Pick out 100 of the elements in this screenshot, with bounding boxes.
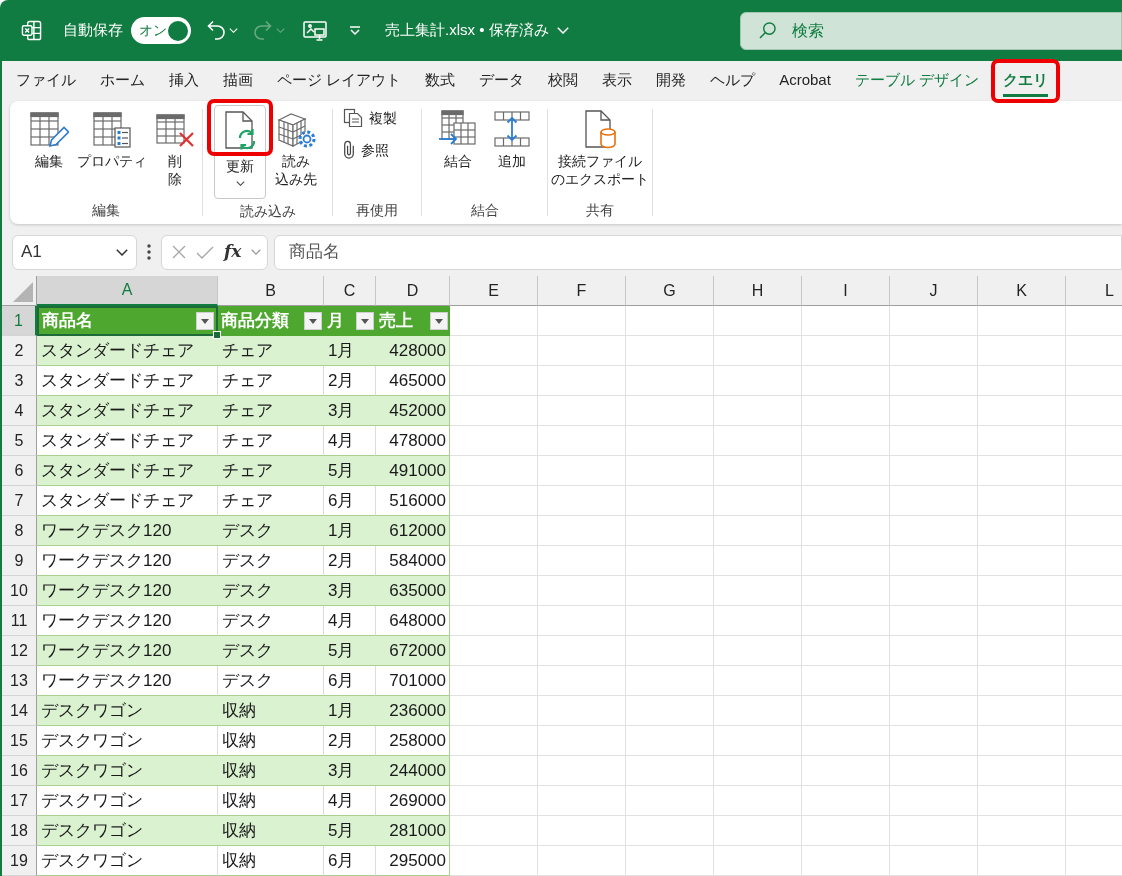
ribbon-button[interactable]: プロパティ <box>74 105 150 170</box>
table-cell: 295000 <box>376 846 450 876</box>
filter-dropdown-button[interactable] <box>430 312 448 330</box>
column-header[interactable]: A <box>37 276 218 306</box>
ribbon-tab[interactable]: 描画 <box>223 64 253 98</box>
table-cell: 465000 <box>376 366 450 396</box>
row-header[interactable]: 13 <box>2 666 37 696</box>
table-cell: 701000 <box>376 666 450 696</box>
column-header[interactable]: I <box>802 276 890 306</box>
group-label: 共有 <box>586 200 614 220</box>
row-header[interactable]: 3 <box>2 366 37 396</box>
column-header[interactable]: G <box>626 276 714 306</box>
row-header[interactable]: 9 <box>2 546 37 576</box>
row-header[interactable]: 18 <box>2 816 37 846</box>
autosave-toggle[interactable]: オン <box>131 17 191 44</box>
row-header[interactable]: 7 <box>2 486 37 516</box>
table-cell: デスクワゴン <box>37 756 218 786</box>
column-header[interactable]: J <box>890 276 978 306</box>
table-cell: 612000 <box>376 516 450 546</box>
document-title[interactable]: 売上集計.xlsx • 保存済み <box>385 19 569 42</box>
toggle-knob-icon <box>168 20 188 41</box>
ribbon-tab[interactable]: データ <box>479 64 525 98</box>
caret-down-icon <box>435 318 443 324</box>
ribbon-button[interactable]: 削除 <box>152 105 198 188</box>
row-header[interactable]: 1 <box>2 306 37 336</box>
caret-down-icon[interactable] <box>349 25 361 36</box>
table-cell: 635000 <box>376 576 450 606</box>
column-header[interactable]: F <box>538 276 626 306</box>
table-list-icon <box>92 109 132 149</box>
split-button[interactable]: 更新 <box>214 105 266 199</box>
autosave-label: 自動保存 <box>63 20 123 41</box>
ribbon-tab[interactable]: ヘルプ <box>710 64 756 98</box>
ribbon-tab[interactable]: ファイル <box>16 64 76 98</box>
row-header[interactable]: 11 <box>2 606 37 636</box>
row-header[interactable]: 16 <box>2 756 37 786</box>
table-cell: 5月 <box>324 636 376 666</box>
ribbon-tab[interactable]: 挿入 <box>169 64 199 98</box>
ribbon-tab[interactable]: ページ レイアウト <box>277 64 402 98</box>
row-header[interactable]: 8 <box>2 516 37 546</box>
ribbon-tab[interactable]: クエリ <box>1003 64 1049 98</box>
table-cell: 収納 <box>218 846 324 876</box>
row-header[interactable]: 19 <box>2 846 37 876</box>
column-header[interactable]: B <box>218 276 324 306</box>
undo-button[interactable] <box>207 20 238 41</box>
filter-dropdown-button[interactable] <box>304 312 322 330</box>
table-append-icon <box>492 109 532 149</box>
table-cell: デスク <box>218 546 324 576</box>
filter-dropdown-button[interactable] <box>356 312 374 330</box>
table-cell: スタンダードチェア <box>37 336 218 366</box>
fill-handle[interactable] <box>213 331 221 339</box>
row-header[interactable]: 4 <box>2 396 37 426</box>
group-label: 結合 <box>470 200 499 220</box>
caret-down-icon <box>276 28 285 33</box>
column-header[interactable]: K <box>978 276 1066 306</box>
table-cell: 4月 <box>324 606 376 636</box>
ribbon-tab[interactable]: Acrobat <box>779 64 831 98</box>
row-header[interactable]: 6 <box>2 456 37 486</box>
ribbon-tab[interactable]: 開発 <box>656 64 687 98</box>
display-icon[interactable] <box>303 19 327 42</box>
row-header[interactable]: 12 <box>2 636 37 666</box>
table-cell: 収納 <box>218 816 324 846</box>
ribbon-tab[interactable]: 数式 <box>425 64 456 98</box>
row-header[interactable]: 10 <box>2 576 37 606</box>
name-box[interactable]: A1 <box>12 234 137 270</box>
filter-dropdown-button[interactable] <box>196 312 214 330</box>
table-cell: 2月 <box>324 726 376 756</box>
formula-input[interactable]: 商品名 <box>274 234 1122 270</box>
ribbon-tab[interactable]: 表示 <box>602 64 633 98</box>
row-header[interactable]: 2 <box>2 336 37 366</box>
column-header[interactable]: H <box>714 276 802 306</box>
ribbon-button[interactable]: 複製 <box>341 103 399 133</box>
table-cell: 428000 <box>376 336 450 366</box>
column-header[interactable]: E <box>450 276 538 306</box>
ribbon-button[interactable]: 読み込み先 <box>272 105 320 188</box>
column-header[interactable]: C <box>324 276 376 306</box>
table-cell: 584000 <box>376 546 450 576</box>
vertical-dots-icon[interactable] <box>147 244 151 260</box>
table-cell: 収納 <box>218 726 324 756</box>
ribbon-tab[interactable]: ホーム <box>100 64 145 98</box>
row-header[interactable]: 5 <box>2 426 37 456</box>
column-header[interactable]: D <box>376 276 450 306</box>
ribbon-button[interactable]: 参照 <box>341 135 391 165</box>
ribbon-button[interactable]: 結合 <box>435 105 481 170</box>
spreadsheet-app-icon[interactable] <box>21 20 42 41</box>
row-header[interactable]: 17 <box>2 786 37 816</box>
ribbon-button[interactable]: 接続ファイルのエクスポート <box>548 105 652 188</box>
redo-icon <box>254 20 272 41</box>
insert-function-button[interactable]: fx <box>224 239 242 265</box>
ribbon-tab[interactable]: 校閲 <box>548 64 579 98</box>
row-header[interactable]: 15 <box>2 726 37 756</box>
column-header[interactable]: L <box>1066 276 1122 306</box>
ribbon-button[interactable]: 編集 <box>26 105 72 170</box>
table-cell: 収納 <box>218 786 324 816</box>
table-cell: 2月 <box>324 366 376 396</box>
search-field[interactable]: 検索 <box>740 11 1122 50</box>
ribbon-tab[interactable]: テーブル デザイン <box>854 64 980 98</box>
row-header[interactable]: 14 <box>2 696 37 726</box>
table-cell: 452000 <box>376 396 450 426</box>
ribbon-button[interactable]: 追加 <box>489 105 535 170</box>
chevron-down-icon[interactable] <box>251 249 262 255</box>
